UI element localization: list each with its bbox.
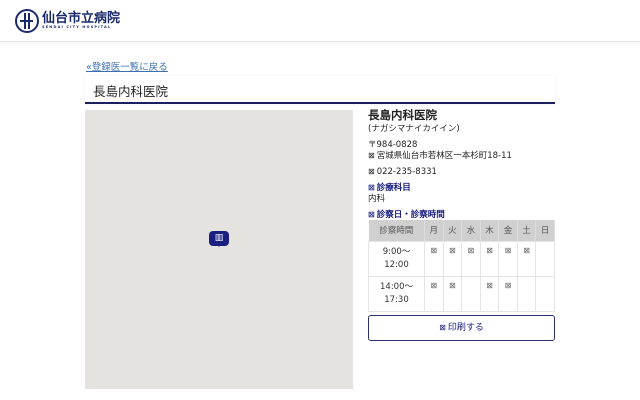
site-logo[interactable]: 仙台市立病院 SENDAI CITY HOSPITAL (15, 9, 120, 33)
table-row: 9:00〜 12:00 ⊠ ⊠ ⊠ ⊠ ⊠ ⊠ (368, 240, 555, 277)
print-label: 印刷する (447, 323, 484, 333)
time-cell: 14:00〜 17:30 (368, 275, 425, 312)
time-cell: 9:00〜 12:00 (368, 240, 425, 277)
logo-subtext: SENDAI CITY HOSPITAL (42, 25, 112, 30)
site-header: 仙台市立病院 SENDAI CITY HOSPITAL (0, 0, 640, 42)
col-header: 日 (535, 220, 555, 241)
open-icon: ⊠ (516, 240, 537, 277)
departments: 内科 (368, 194, 386, 205)
postal-code: 〒984-0828 (368, 139, 418, 150)
hospital-icon[interactable]: ▥ (209, 231, 229, 247)
calendar-icon: ⊠ (368, 210, 375, 220)
departments-icon: ⊠ (368, 183, 375, 193)
phone-icon: ⊠ (368, 167, 375, 177)
col-header: 月 (424, 220, 444, 241)
back-to-list-link[interactable]: «登録医一覧に戻る (86, 59, 168, 73)
map[interactable]: ▥ (85, 110, 353, 389)
open-icon: ⊠ (442, 275, 463, 312)
open-icon: ⊠ (424, 275, 444, 312)
col-header: 火 (443, 220, 463, 241)
open-icon: ⊠ (424, 240, 444, 277)
address: 宮城県仙台市若林区一本杉町18-11 (376, 151, 512, 162)
departments-heading: 診療科目 (376, 183, 411, 194)
open-icon: ⊠ (461, 240, 481, 277)
open-icon: ⊠ (498, 275, 518, 312)
day-cell (535, 240, 555, 277)
clinic-kana: (ナガシマナイカイイン) (368, 123, 460, 134)
open-icon: ⊠ (442, 240, 463, 277)
print-icon: ⊠ (439, 323, 446, 332)
location-icon: ⊠ (368, 151, 375, 161)
schedule-table: 診察時間 月 火 水 木 金 土 日 9:00〜 12:00 ⊠ ⊠ ⊠ ⊠ ⊠ … (368, 220, 555, 312)
col-header: 木 (480, 220, 500, 241)
open-icon: ⊠ (479, 275, 500, 312)
clinic-name: 長島内科医院 (368, 108, 437, 122)
col-header: 金 (498, 220, 518, 241)
phone-number[interactable]: 022-235-8331 (377, 167, 437, 177)
clinic-info: 長島内科医院 (ナガシマナイカイイン) 〒984-0828 ⊠ 宮城県仙台市若林区… (368, 108, 555, 221)
col-header: 診察時間 (368, 220, 425, 241)
print-button[interactable]: ⊠ 印刷する (368, 315, 555, 341)
logo-text: 仙台市立病院 (42, 11, 121, 27)
col-header: 土 (517, 220, 537, 241)
logo-mark-icon (15, 9, 39, 33)
day-cell (535, 275, 555, 312)
open-icon: ⊠ (498, 240, 518, 277)
day-cell (461, 275, 481, 312)
day-cell (516, 275, 537, 312)
col-header: 水 (461, 220, 481, 241)
open-icon: ⊠ (479, 240, 500, 277)
hours-heading: 診察日・診察時間 (376, 210, 445, 221)
table-row: 14:00〜 17:30 ⊠ ⊠ ⊠ ⊠ (368, 275, 555, 312)
page-title: 長島内科医院 (85, 76, 555, 104)
